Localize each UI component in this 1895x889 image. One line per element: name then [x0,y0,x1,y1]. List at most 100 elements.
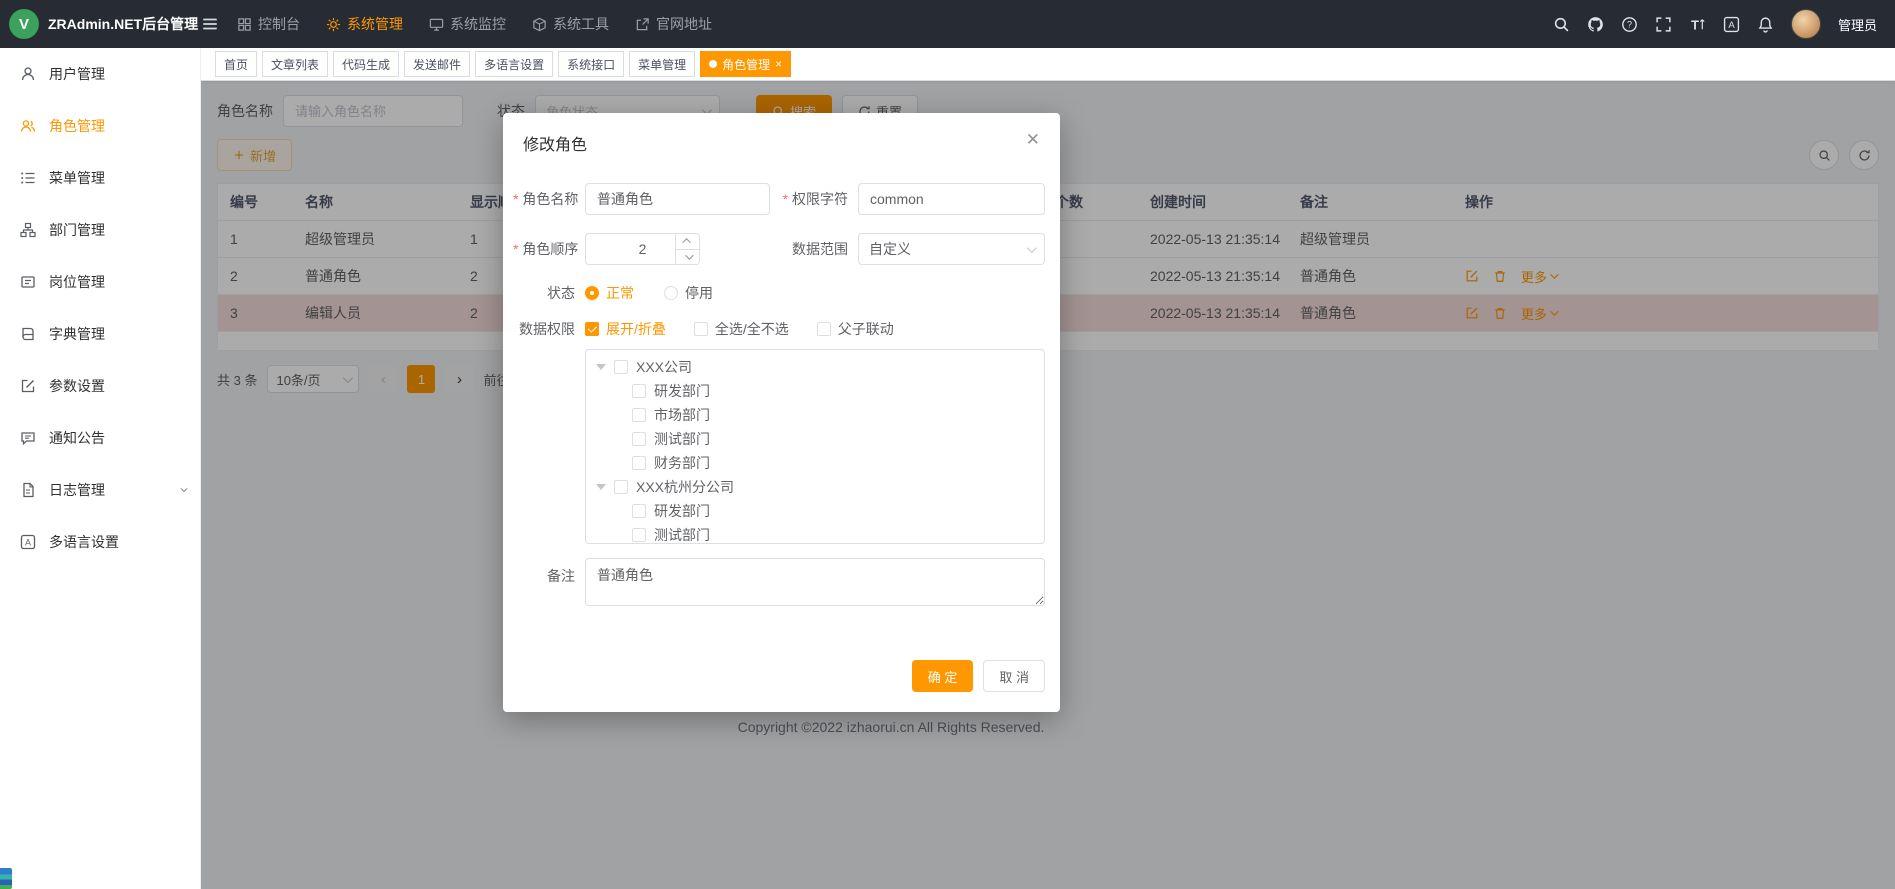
nav-item-console[interactable]: 控制台 [237,0,300,48]
github-icon[interactable] [1587,16,1604,33]
cancel-button[interactable]: 取 消 [983,660,1045,692]
perm-char-label: 权限字符 [778,189,858,209]
svg-text:?: ? [1627,19,1632,29]
chevron-up-icon [682,238,690,246]
sidebar-item-departments[interactable]: 部门管理 [0,204,200,256]
checkbox-parent-child-link[interactable]: 父子联动 [817,319,894,339]
checkbox-icon[interactable] [632,456,646,470]
close-icon[interactable]: ✕ [1026,131,1040,148]
font-size-icon[interactable]: T [1689,16,1706,33]
tab-roles[interactable]: 角色管理 × [700,51,791,77]
tree-node[interactable]: 测试部门 [586,523,1044,544]
caret-down-icon[interactable] [596,364,606,370]
tree-node[interactable]: 财务部门 [586,451,1044,475]
checkbox-icon[interactable] [614,480,628,494]
role-order-label: 角色顺序 [513,239,585,259]
form-row: XXX公司 研发部门 市场部门 测试部门 财务部门 XXX杭州分公司 研发部门 … [513,349,1045,544]
tab-label: 角色管理 [722,56,770,73]
tree-node[interactable]: 测试部门 [586,427,1044,451]
bell-icon[interactable] [1757,16,1774,33]
caret-down-icon[interactable] [596,484,606,490]
avatar[interactable] [1791,9,1821,39]
tab-i18n[interactable]: 多语言设置 [475,51,553,77]
checkbox-icon [694,322,708,336]
checkbox-icon[interactable] [632,384,646,398]
sidebar-item-posts[interactable]: 岗位管理 [0,256,200,308]
checkbox-expand-collapse[interactable]: 展开/折叠 [585,319,666,339]
checkbox-icon[interactable] [632,408,646,422]
nav-item-system-manage[interactable]: 系统管理 [326,0,403,48]
sidebar-item-logs[interactable]: 日志管理 [0,464,200,516]
role-name-field[interactable] [585,183,770,215]
tree-node-label: 财务部门 [654,453,710,473]
sidebar-item-users[interactable]: 用户管理 [0,48,200,100]
chevron-down-icon [1027,243,1037,253]
svg-text:A: A [1728,20,1735,31]
tab-api[interactable]: 系统接口 [558,51,624,77]
svg-text:A: A [25,538,31,548]
sidebar-item-label: 用户管理 [49,64,105,84]
tab-label: 发送邮件 [413,56,461,73]
tab-label: 菜单管理 [638,56,686,73]
tab-sendmail[interactable]: 发送邮件 [404,51,470,77]
remark-textarea[interactable]: 普通角色 [585,558,1045,606]
sidebar-item-label: 岗位管理 [49,272,105,292]
form-row: 状态 正常 停用 [513,283,1045,303]
role-order-stepper[interactable]: 2 [585,233,700,265]
tree-node[interactable]: 研发部门 [586,499,1044,523]
checkbox-icon[interactable] [632,504,646,518]
book-icon [20,326,36,342]
tab-label: 首页 [224,56,248,73]
tab-articles[interactable]: 文章列表 [262,51,328,77]
close-icon[interactable]: × [775,58,782,70]
active-dot [709,60,717,68]
nav-item-system-monitor[interactable]: 系统监控 [429,0,506,48]
checkbox-select-all[interactable]: 全选/全不选 [694,319,789,339]
sidebar-item-menus[interactable]: 菜单管理 [0,152,200,204]
app-logo: V [9,9,39,39]
username[interactable]: 管理员 [1838,15,1877,34]
tree-node[interactable]: 市场部门 [586,403,1044,427]
nav-item-official-site[interactable]: 官网地址 [635,0,712,48]
nav-item-system-tools[interactable]: 系统工具 [532,0,609,48]
tab-codegen[interactable]: 代码生成 [333,51,399,77]
tab-label: 代码生成 [342,56,390,73]
help-icon[interactable]: ? [1621,16,1638,33]
checkbox-icon[interactable] [632,528,646,542]
tags-view: 首页 文章列表 代码生成 发送邮件 多语言设置 系统接口 菜单管理 角色管理 × [201,48,1895,81]
dialog-header: 修改角色 ✕ [503,113,1060,155]
sidebar-item-i18n[interactable]: A 多语言设置 [0,516,200,568]
chevron-down-icon [685,251,693,259]
tree-node[interactable]: 研发部门 [586,379,1044,403]
tree-node[interactable]: XXX公司 [586,355,1044,379]
form-row: 角色名称 权限字符 [513,183,1045,215]
hamburger-icon[interactable] [201,15,219,33]
roles-icon [20,118,36,134]
sidebar-item-dictionary[interactable]: 字典管理 [0,308,200,360]
radio-normal[interactable]: 正常 [585,283,634,303]
external-link-icon [635,17,650,32]
increase-button[interactable] [676,234,699,250]
fullscreen-icon[interactable] [1655,16,1672,33]
edit-role-dialog: 修改角色 ✕ 角色名称 权限字符 角色顺序 2 [503,113,1060,712]
radio-icon [585,286,599,300]
sidebar-item-roles[interactable]: 角色管理 [0,100,200,152]
data-scope-select[interactable]: 自定义 [858,233,1045,265]
tab-menus[interactable]: 菜单管理 [629,51,695,77]
perm-char-field[interactable] [858,183,1045,215]
tree-node[interactable]: XXX杭州分公司 [586,475,1044,499]
radio-disabled[interactable]: 停用 [664,283,713,303]
sidebar-item-notices[interactable]: 通知公告 [0,412,200,464]
checkbox-icon[interactable] [632,432,646,446]
tree-node-label: 测试部门 [654,429,710,449]
search-icon[interactable] [1553,16,1570,33]
tab-label: 多语言设置 [484,56,544,73]
decrease-button[interactable] [676,250,699,265]
sidebar-item-label: 角色管理 [49,116,105,136]
language-icon[interactable]: A [1723,16,1740,33]
gear-icon [326,17,341,32]
sidebar-item-parameters[interactable]: 参数设置 [0,360,200,412]
tab-home[interactable]: 首页 [215,51,257,77]
checkbox-icon[interactable] [614,360,628,374]
confirm-button[interactable]: 确 定 [912,660,974,692]
